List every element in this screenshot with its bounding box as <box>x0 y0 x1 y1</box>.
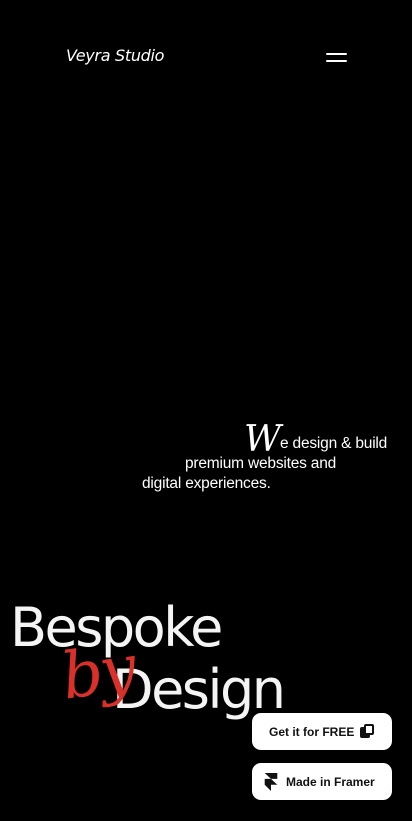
hamburger-menu-icon-line <box>326 60 347 62</box>
hero-tagline: W e design & build premium websites and … <box>130 420 387 494</box>
made-in-framer-button[interactable]: Made in Framer <box>252 763 392 800</box>
made-in-framer-label: Made in Framer <box>286 774 375 789</box>
headline-word-design: Design <box>112 658 286 721</box>
menu-button[interactable] <box>318 42 354 72</box>
tagline-line-3: digital experiences. <box>142 475 271 492</box>
get-it-free-label: Get it for FREE <box>269 724 355 739</box>
hamburger-menu-icon <box>326 53 347 55</box>
tagline-line-1: W e design & build <box>130 420 387 460</box>
brand-logo[interactable]: Veyra Studio <box>66 46 164 65</box>
headline-script-by: by <box>57 631 138 715</box>
framer-logo-icon <box>264 772 278 791</box>
get-it-free-button[interactable]: Get it for FREE <box>252 713 392 750</box>
tagline-initial: W <box>244 419 281 460</box>
copy-icon <box>360 723 376 740</box>
